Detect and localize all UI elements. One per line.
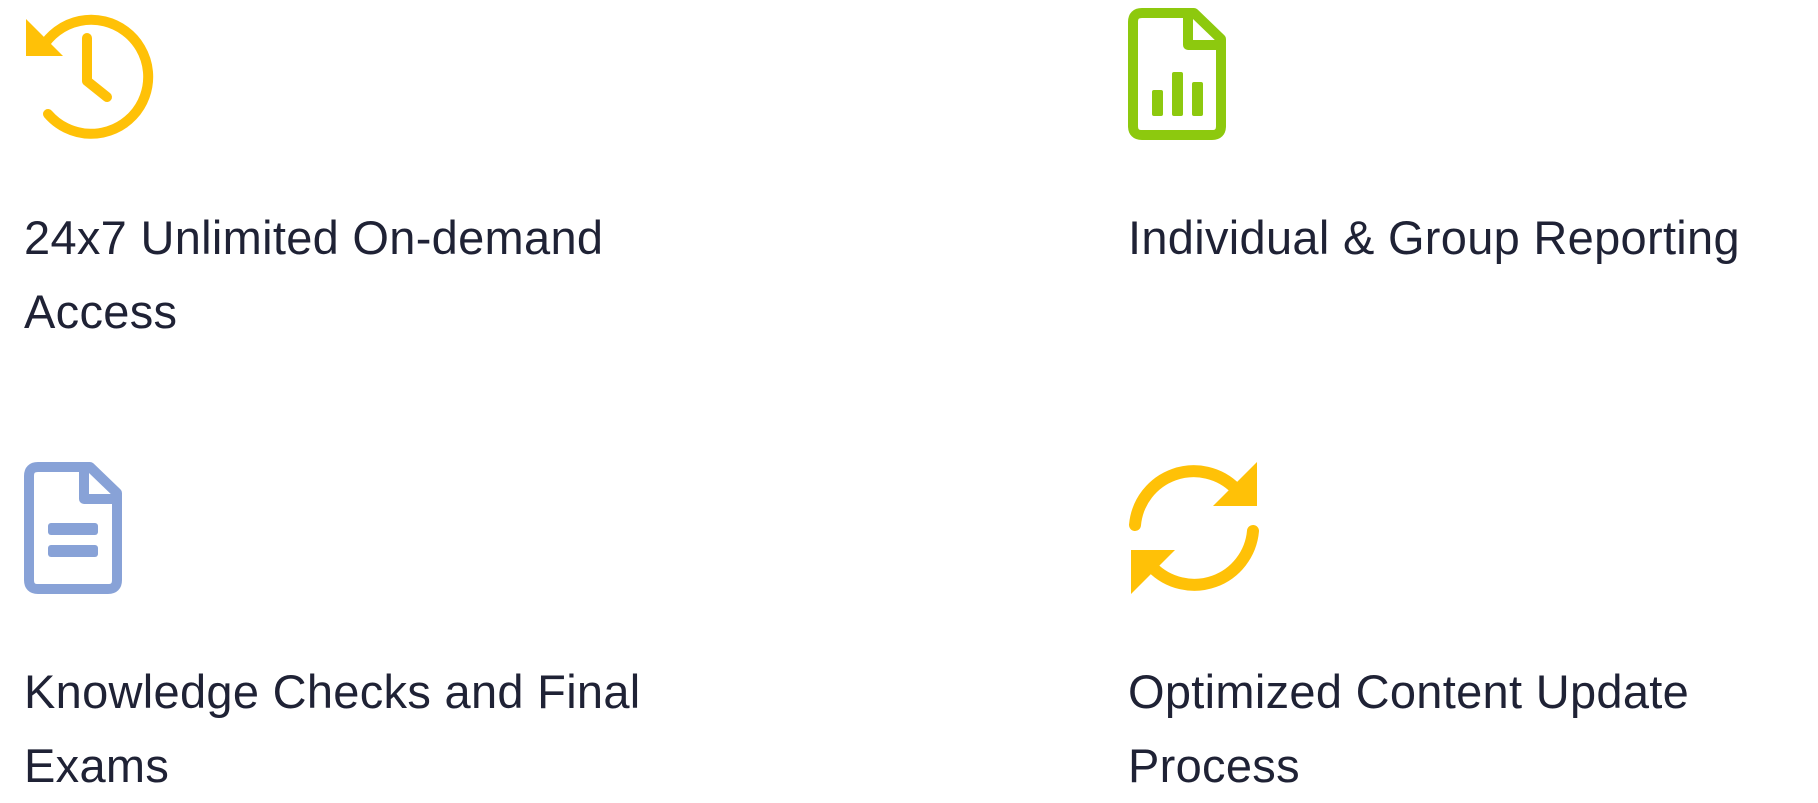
feature-label: Individual & Group Reporting xyxy=(1128,211,1740,264)
history-clock-icon xyxy=(26,14,154,139)
feature-label: Optimized Content Update Process xyxy=(1128,665,1690,792)
bar-chart-document-icon xyxy=(1128,8,1226,140)
feature-label: 24x7 Unlimited On-demand Access xyxy=(24,211,604,338)
document-icon xyxy=(24,462,122,594)
sync-arrows-icon xyxy=(1129,462,1259,594)
feature-grid: 24x7 Unlimited On-demand Access Individu… xyxy=(0,0,1818,803)
feature-label: Knowledge Checks and Final Exams xyxy=(24,665,641,792)
